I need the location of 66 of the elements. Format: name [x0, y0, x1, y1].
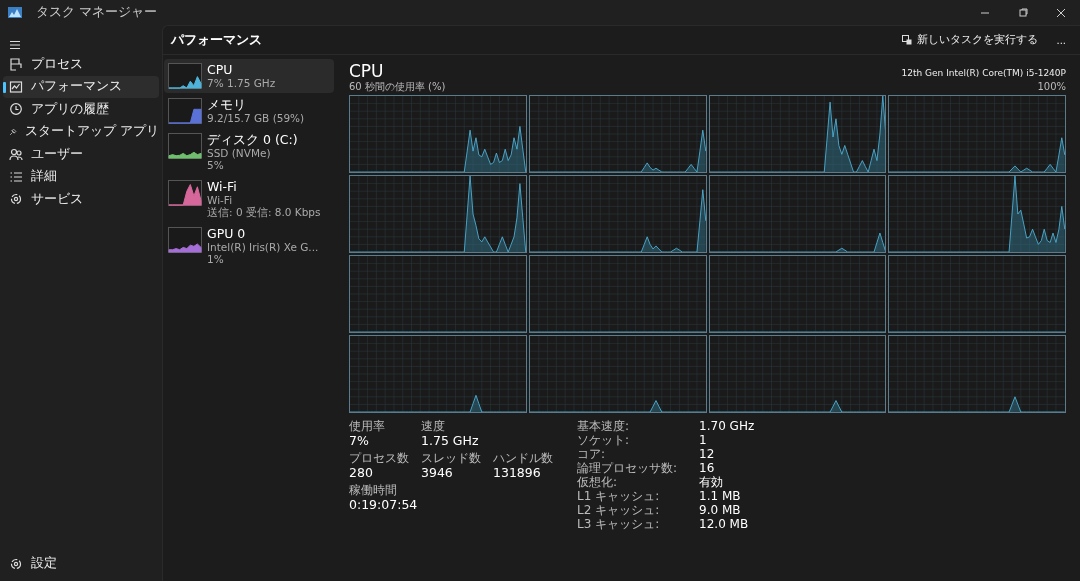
nav-item[interactable]: アプリの履歴: [3, 98, 159, 121]
stat-value: 3946: [421, 465, 454, 480]
people-icon: [9, 147, 23, 162]
gear-icon: [9, 556, 23, 571]
stat-label: プロセス数: [349, 451, 409, 465]
stat-label: 稼働時間: [349, 483, 398, 497]
restore-icon[interactable]: [1018, 7, 1028, 18]
device-item[interactable]: CPU 7% 1.75 GHz: [164, 59, 334, 93]
mini-graph: [168, 133, 202, 159]
spec-value: 有効: [699, 475, 725, 489]
list-icon: [9, 169, 23, 184]
stat-value: 0:19:07:54: [349, 497, 419, 512]
stat-label: 速度: [421, 419, 446, 433]
nav-item[interactable]: プロセス: [3, 53, 159, 76]
settings-item[interactable]: 設定: [3, 552, 159, 575]
clock-icon: [9, 102, 23, 117]
spec-label: 論理プロセッサ数:: [577, 461, 678, 475]
axis-max-label: 100%: [1037, 81, 1066, 93]
nav-item[interactable]: パフォーマンス: [3, 75, 159, 98]
spec-label: コア:: [577, 447, 607, 461]
spec-label: L2 キャッシュ:: [577, 503, 661, 517]
spec-label: ソケット:: [577, 433, 631, 447]
device-item[interactable]: Wi-Fi Wi-Fi 送信: 0 受信: 8.0 Kbps: [164, 176, 334, 222]
stat-value: 7%: [349, 433, 370, 448]
mini-graph: [168, 180, 202, 206]
chart-icon: [9, 79, 23, 94]
spec-value: 1.70 GHz: [699, 419, 755, 433]
stat-label: 使用率: [349, 419, 386, 433]
run-task-button[interactable]: 新しいタスクを実行する: [896, 30, 1045, 50]
device-item[interactable]: メモリ 9.2/15.7 GB (59%): [164, 94, 334, 128]
close-icon[interactable]: [1056, 7, 1066, 18]
nav-item[interactable]: 詳細: [3, 165, 159, 188]
new-task-icon: [902, 35, 913, 45]
device-item[interactable]: ディスク 0 (C:) SSD (NVMe) 5%: [164, 129, 334, 175]
app-logo-icon: [8, 7, 22, 18]
nav-item[interactable]: サービス: [3, 188, 159, 211]
spec-value: 12: [699, 447, 716, 461]
spec-value: 16: [699, 461, 716, 475]
spec-label: L3 キャッシュ:: [577, 517, 661, 531]
mini-graph: [168, 98, 202, 124]
stat-value: 131896: [493, 465, 542, 480]
spec-value: 1.1 MB: [699, 489, 742, 503]
nav-item[interactable]: スタートアップ アプリ: [3, 120, 159, 143]
spec-label: L1 キャッシュ:: [577, 489, 661, 503]
spec-value: 9.0 MB: [699, 503, 742, 517]
stat-value: 280: [349, 465, 374, 480]
mini-graph: [168, 227, 202, 253]
spec-value: 12.0 MB: [699, 517, 750, 531]
stat-label: ハンドル数: [493, 451, 553, 465]
spec-label: 仮想化:: [577, 475, 619, 489]
spec-value: 1: [699, 433, 708, 447]
device-item[interactable]: GPU 0 Intel(R) Iris(R) Xe G... 1%: [164, 223, 334, 269]
graph-caption: 60 秒間の使用率 (%): [349, 81, 446, 93]
grid-icon: [9, 57, 23, 72]
gear-icon: [9, 192, 23, 207]
stat-value: 1.75 GHz: [421, 433, 480, 448]
spec-label: 基本速度:: [577, 419, 631, 433]
page-title: パフォーマンス: [171, 31, 263, 49]
more-button[interactable]: ...: [1052, 32, 1070, 48]
mini-graph: [168, 63, 202, 89]
stat-label: スレッド数: [421, 451, 481, 465]
panel-title: CPU: [349, 61, 384, 81]
cpu-model: 12th Gen Intel(R) Core(TM) i5-1240P: [901, 68, 1066, 80]
window-title: タスク マネージャー: [36, 4, 157, 21]
menu-icon[interactable]: [9, 40, 21, 50]
nav-item[interactable]: ユーザー: [3, 143, 159, 166]
